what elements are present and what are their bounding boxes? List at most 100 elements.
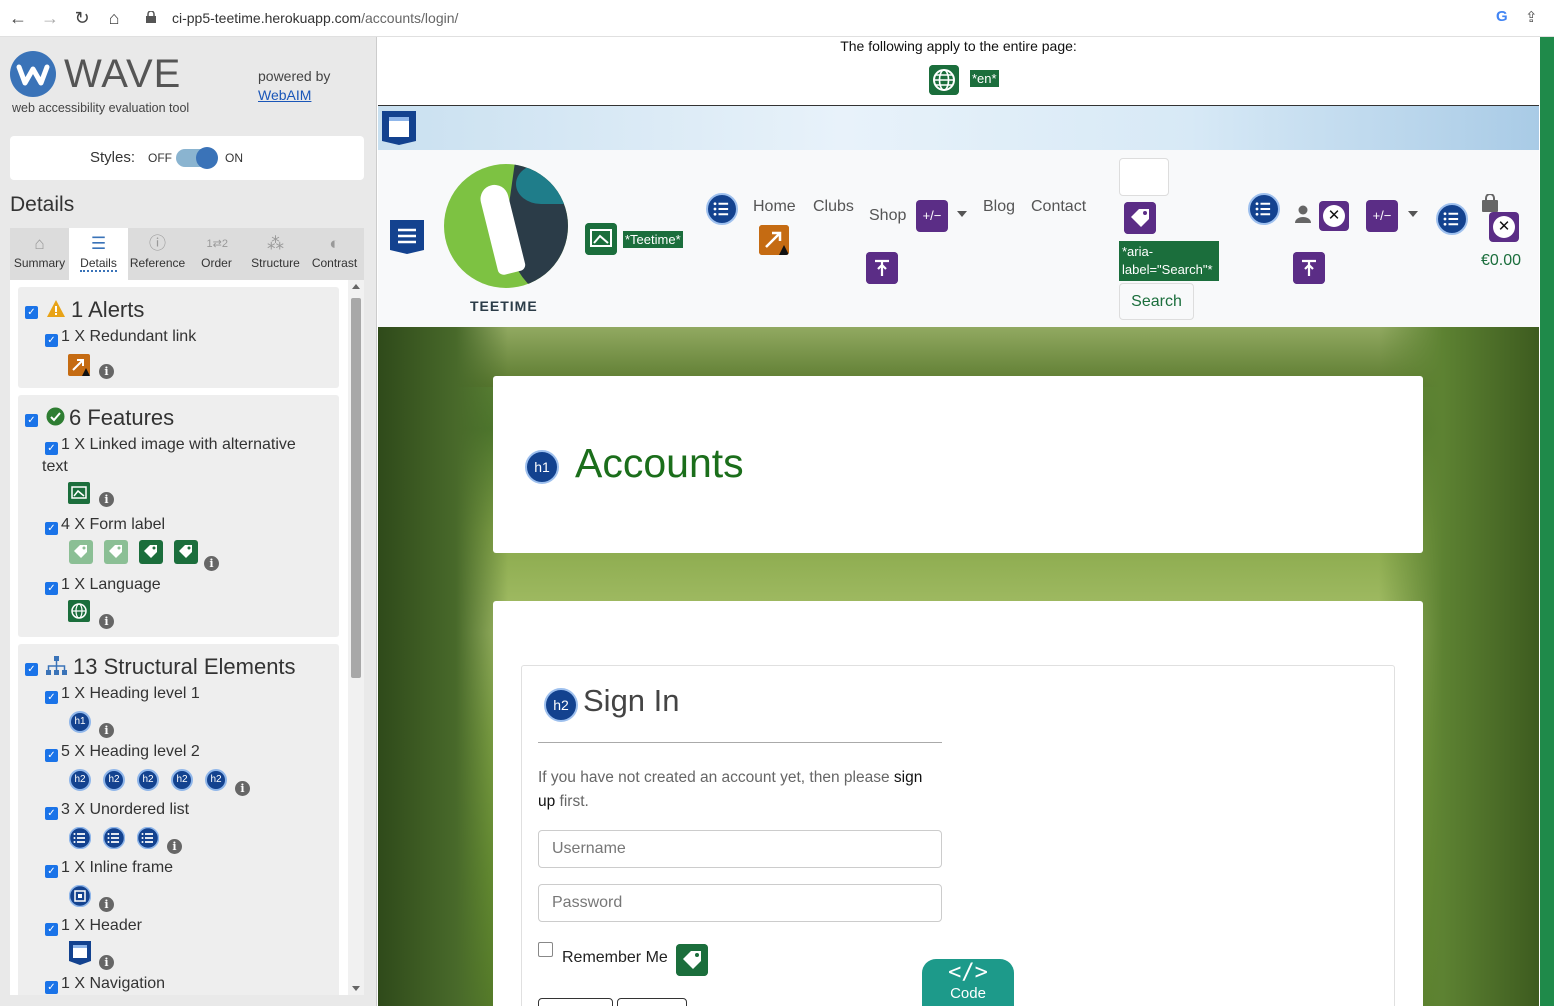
header-checkbox[interactable]: ✓	[45, 923, 58, 936]
info-icon[interactable]: i	[167, 839, 182, 854]
list-icon[interactable]	[706, 193, 738, 225]
list-icon[interactable]	[103, 827, 125, 849]
tab-structure[interactable]: ⁂ Structure	[246, 228, 305, 280]
linked-image-icon[interactable]	[68, 482, 90, 504]
user-icon[interactable]	[1295, 205, 1311, 223]
nav-clubs[interactable]: Clubs	[813, 198, 854, 216]
scroll-thumb[interactable]	[351, 298, 361, 678]
info-icon[interactable]: i	[99, 364, 114, 379]
info-icon[interactable]: i	[99, 492, 114, 507]
h1-icon[interactable]: h1	[69, 711, 91, 733]
form-label-checkbox[interactable]: ✓	[45, 522, 58, 535]
h2-icon[interactable]: h2	[544, 688, 578, 722]
h2-icon[interactable]: h2	[171, 769, 193, 791]
tab-details[interactable]: ☰ Details	[69, 228, 128, 280]
tag-icon[interactable]	[69, 540, 93, 564]
address-bar[interactable]: ci-pp5-teetime.herokuapp.com/accounts/lo…	[140, 5, 1550, 31]
share-icon[interactable]: ⇪	[1525, 8, 1538, 26]
aria-hidden-icon[interactable]: ✕	[1319, 201, 1349, 231]
chevron-down-icon[interactable]	[957, 211, 967, 217]
navigation-icon[interactable]	[390, 220, 424, 254]
signin-button[interactable]	[538, 998, 613, 1006]
nav-home[interactable]: Home	[753, 198, 796, 216]
alerts-checkbox[interactable]: ✓	[25, 306, 38, 319]
tag-icon[interactable]	[676, 944, 708, 976]
h2-icon[interactable]: h2	[69, 769, 91, 791]
tab-reference[interactable]: ⓘ Reference	[128, 228, 187, 280]
linked-image-icon[interactable]	[585, 223, 617, 255]
h2-icon[interactable]: h2	[103, 769, 125, 791]
globe-icon[interactable]	[68, 600, 90, 622]
tab-order[interactable]: 1⇄2 Order	[187, 228, 246, 280]
aria-hidden-icon[interactable]: ✕	[1489, 212, 1519, 242]
nav-contact[interactable]: Contact	[1031, 198, 1086, 216]
alt-text-tag: *Teetime*	[623, 231, 683, 248]
redundant-link-checkbox[interactable]: ✓	[45, 334, 58, 347]
scroll-up-icon[interactable]	[352, 284, 360, 289]
redundant-link-icon[interactable]	[759, 225, 789, 255]
details-scrollbar[interactable]	[348, 280, 364, 995]
remember-me-checkbox[interactable]	[538, 942, 553, 957]
structure-checkbox[interactable]: ✓	[25, 663, 38, 676]
list-icon[interactable]	[137, 827, 159, 849]
features-checkbox[interactable]: ✓	[25, 414, 38, 427]
h1-icon[interactable]: h1	[525, 450, 559, 484]
google-icon[interactable]: G	[1496, 8, 1508, 25]
site-logo[interactable]	[444, 164, 568, 288]
globe-icon[interactable]	[929, 65, 959, 95]
page-level-banner-text: The following apply to the entire page:	[840, 38, 1077, 54]
unordered-list-checkbox[interactable]: ✓	[45, 807, 58, 820]
tag-icon[interactable]	[1124, 202, 1156, 234]
nav-shop[interactable]: Shop	[869, 207, 906, 225]
language-checkbox[interactable]: ✓	[45, 582, 58, 595]
search-button[interactable]: Search	[1119, 283, 1194, 320]
list-icon[interactable]	[69, 827, 91, 849]
info-icon[interactable]: i	[99, 897, 114, 912]
password-field[interactable]: Password	[538, 884, 942, 922]
reload-icon[interactable]: ↻	[72, 8, 92, 28]
aria-expanded-icon[interactable]: +/−	[1366, 200, 1398, 232]
navigation-checkbox[interactable]: ✓	[45, 981, 58, 994]
aria-icon[interactable]	[1293, 252, 1325, 284]
tab-summary[interactable]: ⌂ Summary	[10, 228, 69, 280]
info-icon[interactable]: i	[235, 781, 250, 796]
home-icon[interactable]: ⌂	[104, 8, 124, 28]
h2-icon[interactable]: h2	[137, 769, 159, 791]
tag-icon[interactable]	[104, 540, 128, 564]
styles-toggle[interactable]	[176, 147, 218, 169]
forward-icon[interactable]: →	[40, 8, 60, 28]
heading2-checkbox[interactable]: ✓	[45, 749, 58, 762]
info-icon[interactable]: i	[99, 955, 114, 970]
iframe-icon[interactable]	[69, 885, 91, 907]
chevron-down-icon[interactable]	[1408, 211, 1418, 217]
forgot-password-button[interactable]	[617, 998, 687, 1006]
h2-icon[interactable]: h2	[205, 769, 227, 791]
tag-icon[interactable]	[139, 540, 163, 564]
aria-expanded-icon[interactable]: +/−	[916, 200, 948, 232]
list-icon[interactable]	[1248, 193, 1280, 225]
info-icon[interactable]: i	[99, 614, 114, 629]
language-label: 1 X Language	[61, 576, 161, 593]
code-toggle-button[interactable]: </> Code	[922, 959, 1014, 1006]
info-icon[interactable]: i	[204, 556, 219, 571]
shopping-bag-icon[interactable]	[1482, 194, 1498, 212]
username-field[interactable]: Username	[538, 830, 942, 868]
search-input[interactable]	[1119, 158, 1169, 196]
info-icon[interactable]: i	[99, 723, 114, 738]
linked-image-checkbox[interactable]: ✓	[45, 442, 58, 455]
webaim-link[interactable]: WebAIM	[258, 86, 330, 105]
scroll-down-icon[interactable]	[352, 986, 360, 991]
aria-icon[interactable]	[866, 252, 898, 284]
iframe-checkbox[interactable]: ✓	[45, 865, 58, 878]
cart-total[interactable]: €0.00	[1481, 252, 1521, 270]
details-list[interactable]: ✓ 1 Alerts ✓ 1 X Redundant link i ✓ 6 Fe…	[10, 280, 364, 995]
header-icon[interactable]	[382, 111, 416, 145]
tag-icon[interactable]	[174, 540, 198, 564]
nav-blog[interactable]: Blog	[983, 198, 1015, 216]
list-icon[interactable]	[1436, 203, 1468, 235]
redundant-link-icon[interactable]	[68, 354, 90, 376]
heading1-checkbox[interactable]: ✓	[45, 691, 58, 704]
header-icon[interactable]	[69, 941, 91, 965]
back-icon[interactable]: ←	[8, 8, 28, 28]
tab-contrast[interactable]: ◐ Contrast	[305, 228, 364, 280]
